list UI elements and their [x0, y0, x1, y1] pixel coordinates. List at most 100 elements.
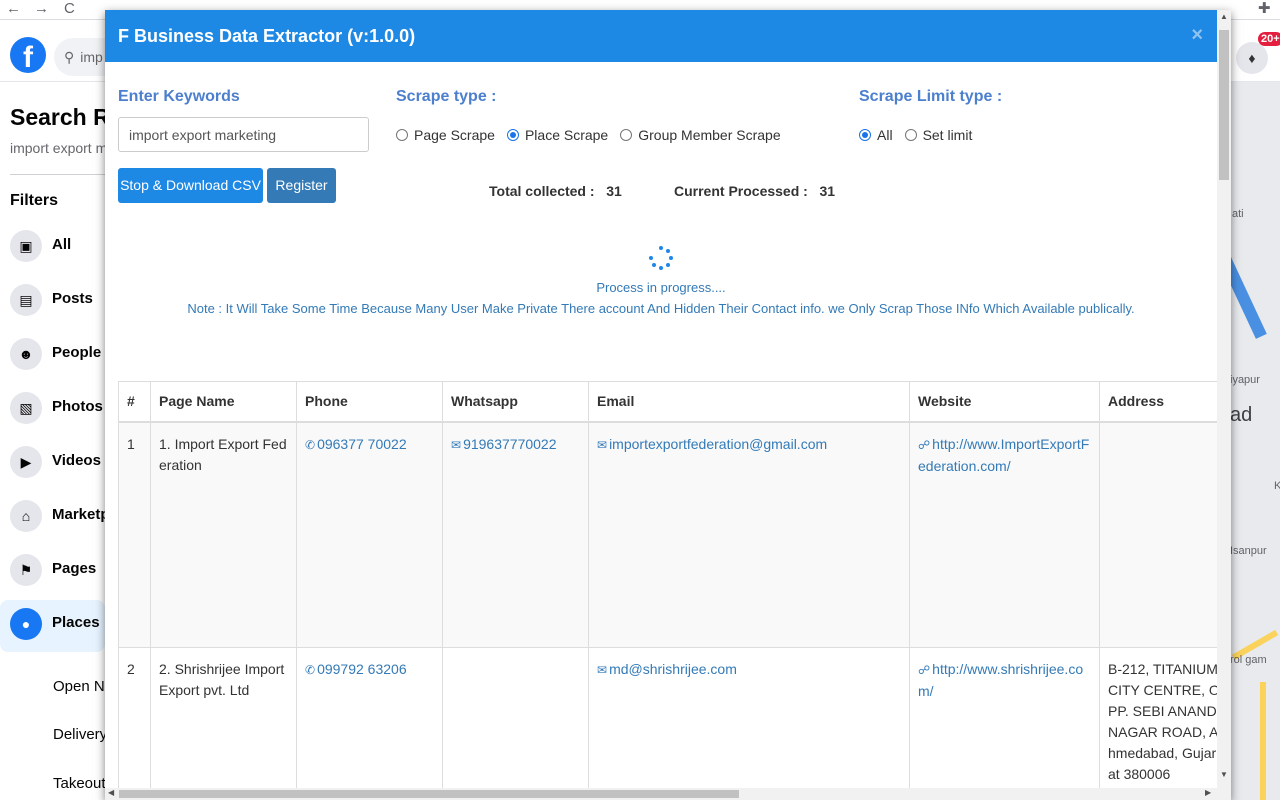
email-cell: ✉ md@shrishrijee.com	[588, 647, 910, 800]
scrape-type-page-option[interactable]: Page Scrape	[396, 127, 495, 143]
filters-heading: Filters	[10, 192, 59, 209]
modal-title: F Business Data Extractor (v:1.0.0)	[118, 26, 416, 46]
radio-button[interactable]	[904, 129, 917, 141]
radio-button-checked[interactable]	[859, 129, 871, 141]
table-header-row: # Page Name Phone Whatsapp Email Website…	[118, 381, 1230, 423]
map-label: ati	[1232, 208, 1244, 220]
forward-icon[interactable]: →	[34, 0, 49, 18]
facebook-logo[interactable]: f	[10, 37, 46, 74]
radio-label: Set limit	[922, 127, 973, 143]
sidebar-subitem-delivery[interactable]: Delivery	[53, 726, 105, 743]
sidebar-subitem-open-now[interactable]: Open No	[53, 678, 105, 695]
sidebar-subitem-takeout[interactable]: Takeout	[53, 775, 105, 792]
people-icon: ☻	[10, 338, 42, 370]
scroll-right-icon[interactable]: ▶	[1205, 788, 1211, 797]
envelope-icon: ✉	[597, 437, 608, 452]
notifications-badge: 20+	[1258, 32, 1280, 46]
phone-icon: ✆	[305, 437, 316, 452]
phone-cell: ✆ 096377 70022	[296, 421, 443, 648]
scroll-left-icon[interactable]: ◀	[108, 788, 114, 797]
column-header: Address	[1099, 381, 1230, 423]
scrape-limit-group: All Set limit	[859, 127, 984, 143]
scrollbar-thumb[interactable]	[1219, 30, 1229, 180]
close-icon[interactable]: ×	[1191, 24, 1203, 47]
sidebar-item-label: Places	[52, 614, 100, 631]
column-header: Whatsapp	[442, 381, 589, 423]
row-number: 2	[118, 647, 151, 800]
stop-download-csv-button[interactable]: Stop & Download CSV	[118, 168, 263, 203]
email-link[interactable]: importexportfederation@gmail.com	[609, 436, 827, 452]
chat-icon: ✉	[451, 437, 462, 452]
scroll-up-icon[interactable]: ▲	[1220, 12, 1228, 21]
scrollbar-thumb[interactable]	[119, 790, 739, 798]
extractor-modal: F Business Data Extractor (v:1.0.0) × En…	[105, 10, 1231, 800]
page-name-cell: 2. Shrishrijee Import Export pvt. Ltd	[150, 647, 297, 800]
sidebar-item-label: Posts	[52, 290, 93, 307]
sidebar-item-posts[interactable]: ▤ Posts	[0, 276, 105, 328]
sidebar-item-pages[interactable]: ⚑ Pages	[0, 546, 105, 598]
sidebar-item-all[interactable]: ▣ All	[0, 222, 105, 274]
email-link[interactable]: md@shrishrijee.com	[609, 661, 737, 677]
places-icon: ●	[10, 608, 42, 640]
modal-header: F Business Data Extractor (v:1.0.0) ×	[105, 10, 1217, 62]
scrape-limit-label: Scrape Limit type :	[859, 88, 1003, 105]
extensions-icon[interactable]: ✚	[1258, 0, 1271, 18]
website-link[interactable]: http://www.shrishrijee.com/	[918, 661, 1083, 699]
radio-button[interactable]	[620, 129, 633, 141]
whatsapp-cell: ✉ 919637770022	[442, 421, 589, 648]
phone-link[interactable]: 096377 70022	[317, 436, 407, 452]
total-collected-value: 31	[606, 183, 622, 199]
column-header: Website	[909, 381, 1100, 423]
scrape-type-group-member-option[interactable]: Group Member Scrape	[620, 127, 781, 143]
scrape-type-place-option[interactable]: Place Scrape	[506, 127, 608, 143]
total-collected: Total collected : 31	[489, 183, 622, 199]
radio-button[interactable]	[396, 129, 408, 141]
link-icon: ☍	[918, 437, 931, 452]
radio-button-checked[interactable]	[506, 129, 519, 141]
map-panel[interactable]: ati iyapur ad Isanpur rol gam K	[1230, 82, 1280, 800]
sidebar-item-marketplace[interactable]: ⌂ Marketpl	[0, 492, 105, 544]
limit-set-option[interactable]: Set limit	[904, 127, 973, 143]
envelope-icon: ✉	[597, 663, 608, 677]
column-header: Phone	[296, 381, 443, 423]
current-processed: Current Processed : 31	[674, 183, 835, 199]
sidebar-item-label: Pages	[52, 560, 97, 577]
progress-status: Process in progress....	[596, 280, 726, 295]
search-value: imp	[80, 49, 103, 65]
whatsapp-cell	[442, 647, 589, 800]
row-number: 1	[118, 421, 151, 648]
sidebar-item-places[interactable]: ● Places	[0, 600, 105, 652]
column-header: Page Name	[150, 381, 297, 423]
sidebar-item-label: People	[52, 344, 102, 361]
reload-icon[interactable]: C	[64, 0, 75, 18]
email-cell: ✉ importexportfederation@gmail.com	[588, 421, 910, 648]
horizontal-scrollbar[interactable]: ◀ ▶	[105, 788, 1217, 800]
loading-spinner-icon	[649, 246, 673, 270]
phone-cell: ✆ 099792 63206	[296, 647, 443, 800]
sidebar-item-photos[interactable]: ▧ Photos	[0, 384, 105, 436]
keywords-input[interactable]	[118, 117, 369, 152]
all-icon: ▣	[10, 230, 42, 262]
sidebar-item-videos[interactable]: ▶ Videos	[0, 438, 105, 490]
map-road	[1260, 682, 1266, 800]
register-button[interactable]: Register	[267, 168, 336, 203]
scroll-down-icon[interactable]: ▼	[1220, 770, 1228, 779]
radio-label: Page Scrape	[414, 127, 495, 143]
scrape-type-label: Scrape type :	[396, 88, 497, 105]
pages-icon: ⚑	[10, 554, 42, 586]
radio-label: Group Member Scrape	[638, 127, 781, 143]
whatsapp-link[interactable]: 919637770022	[463, 436, 556, 452]
vertical-scrollbar[interactable]: ▲ ▼	[1217, 10, 1231, 800]
search-icon: ⚲	[64, 49, 75, 65]
back-icon[interactable]: ←	[6, 0, 21, 18]
limit-all-option[interactable]: All	[859, 127, 893, 143]
keywords-label: Enter Keywords	[118, 88, 240, 105]
phone-link[interactable]: 099792 63206	[317, 661, 407, 677]
sidebar-item-people[interactable]: ☻ People	[0, 330, 105, 382]
phone-icon: ✆	[305, 663, 316, 677]
photos-icon: ▧	[10, 392, 42, 424]
website-link[interactable]: http://www.ImportExportFederation.com/	[918, 436, 1089, 474]
notifications-icon[interactable]: ♦	[1236, 42, 1268, 74]
facebook-sidebar: Search Re import export m Filters ▣ All …	[0, 82, 105, 800]
website-cell: ☍ http://www.ImportExportFederation.com/	[909, 421, 1100, 648]
